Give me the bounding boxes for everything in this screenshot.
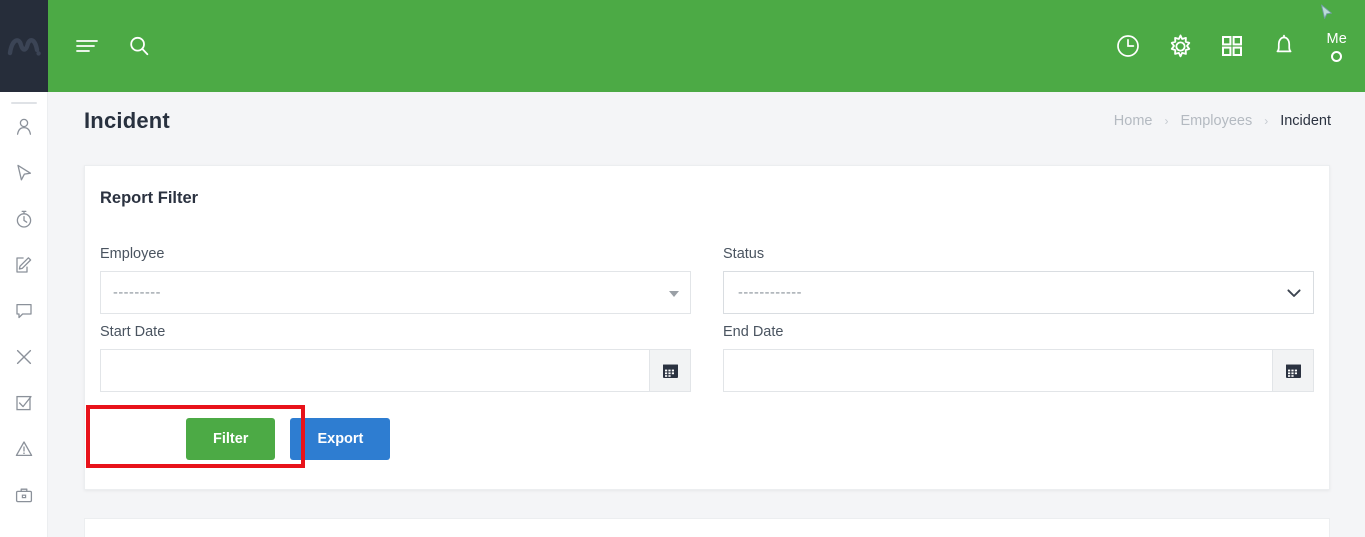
results-card — [84, 518, 1330, 537]
bell-notification-icon — [1277, 34, 1292, 53]
chevron-down-icon — [669, 290, 679, 297]
start-date-calendar-button[interactable] — [649, 349, 691, 392]
employee-selected-value: --------- — [113, 284, 161, 301]
breadcrumb: Home › Employees › Incident — [1114, 113, 1331, 129]
status-select[interactable]: ------------ — [723, 271, 1314, 314]
notifications-button[interactable] — [1268, 30, 1300, 62]
sidebar-item-edit[interactable] — [0, 242, 48, 288]
history-button[interactable] — [1112, 30, 1144, 62]
pencil-edit-icon — [16, 257, 32, 273]
start-date-label: Start Date — [100, 324, 166, 340]
sidebar-item-attendance[interactable] — [0, 196, 48, 242]
status-field-group: Status ------------ — [723, 246, 1314, 324]
grid-apps-icon — [1222, 36, 1243, 57]
user-account-label: Me — [1326, 30, 1347, 47]
page-header: Incident Home › Employees › Incident — [48, 92, 1365, 150]
gear-settings-icon — [1170, 34, 1191, 57]
sidebar-item-projects[interactable] — [0, 472, 48, 518]
filter-button[interactable]: Filter — [186, 418, 276, 460]
end-date-calendar-button[interactable] — [1272, 349, 1314, 392]
user-person-icon — [16, 118, 32, 135]
chat-bubble-icon — [16, 303, 32, 319]
employee-select[interactable]: --------- — [100, 271, 691, 314]
application-window: Me Incident Home › Employees › Incident … — [0, 0, 1365, 537]
close-x-icon — [16, 349, 32, 365]
start-date-input-group — [100, 349, 691, 392]
calendar-icon — [662, 364, 678, 378]
calendar-icon — [1285, 364, 1301, 378]
end-date-field-group: End Date — [723, 324, 1314, 402]
end-date-label: End Date — [723, 324, 784, 340]
stopwatch-timer-icon — [16, 210, 32, 228]
menu-toggle-button[interactable] — [71, 30, 103, 62]
search-button[interactable] — [123, 30, 155, 62]
topbar-left-group — [71, 30, 155, 62]
breadcrumb-item-incident: Incident — [1280, 113, 1331, 129]
app-logo[interactable] — [0, 0, 48, 92]
report-filter-title: Report Filter — [100, 189, 199, 207]
filter-actions: Filter Export — [186, 418, 391, 460]
start-date-field-group: Start Date — [100, 324, 691, 402]
warning-triangle-icon — [15, 441, 33, 457]
breadcrumb-item-employees[interactable]: Employees — [1180, 113, 1252, 129]
page-title: Incident — [84, 108, 170, 133]
status-selected-value: ------------ — [738, 284, 802, 301]
sidebar-item-close[interactable] — [0, 334, 48, 380]
search-icon — [130, 36, 149, 56]
sidebar-item-employees[interactable] — [0, 104, 48, 150]
chevron-down-icon — [1287, 288, 1301, 297]
breadcrumb-separator: › — [1164, 114, 1169, 128]
cursor-pointer-icon — [17, 164, 32, 181]
mouse-cursor-icon — [1321, 4, 1332, 19]
end-date-input[interactable] — [723, 349, 1272, 392]
clock-history-icon — [1117, 35, 1140, 57]
settings-button[interactable] — [1164, 30, 1196, 62]
employee-field-group: Employee --------- — [100, 246, 691, 324]
status-label: Status — [723, 246, 765, 262]
sidebar-item-pointer[interactable] — [0, 150, 48, 196]
start-date-input[interactable] — [100, 349, 649, 392]
user-account-menu[interactable]: Me — [1326, 31, 1347, 62]
apps-button[interactable] — [1216, 30, 1248, 62]
sidebar-item-incident[interactable] — [0, 426, 48, 472]
checkbox-checked-icon — [16, 395, 32, 411]
sidebar-item-tasks[interactable] — [0, 380, 48, 426]
app-logo-icon — [7, 38, 41, 56]
briefcase-icon — [15, 488, 33, 503]
topbar-right-group: Me — [1112, 30, 1347, 62]
user-status-dot — [1331, 50, 1343, 62]
sidebar-item-messages[interactable] — [0, 288, 48, 334]
top-navigation-bar: Me — [48, 0, 1365, 92]
report-filter-form: Employee --------- Status ------------ S… — [100, 246, 1314, 402]
hamburger-menu-icon — [76, 40, 98, 52]
report-filter-card: Report Filter Employee --------- Status … — [84, 165, 1330, 490]
export-button[interactable]: Export — [290, 418, 391, 460]
employee-label: Employee — [100, 246, 165, 262]
end-date-input-group — [723, 349, 1314, 392]
breadcrumb-item-home[interactable]: Home — [1114, 113, 1153, 129]
left-sidebar — [0, 0, 48, 537]
breadcrumb-separator: › — [1264, 114, 1269, 128]
